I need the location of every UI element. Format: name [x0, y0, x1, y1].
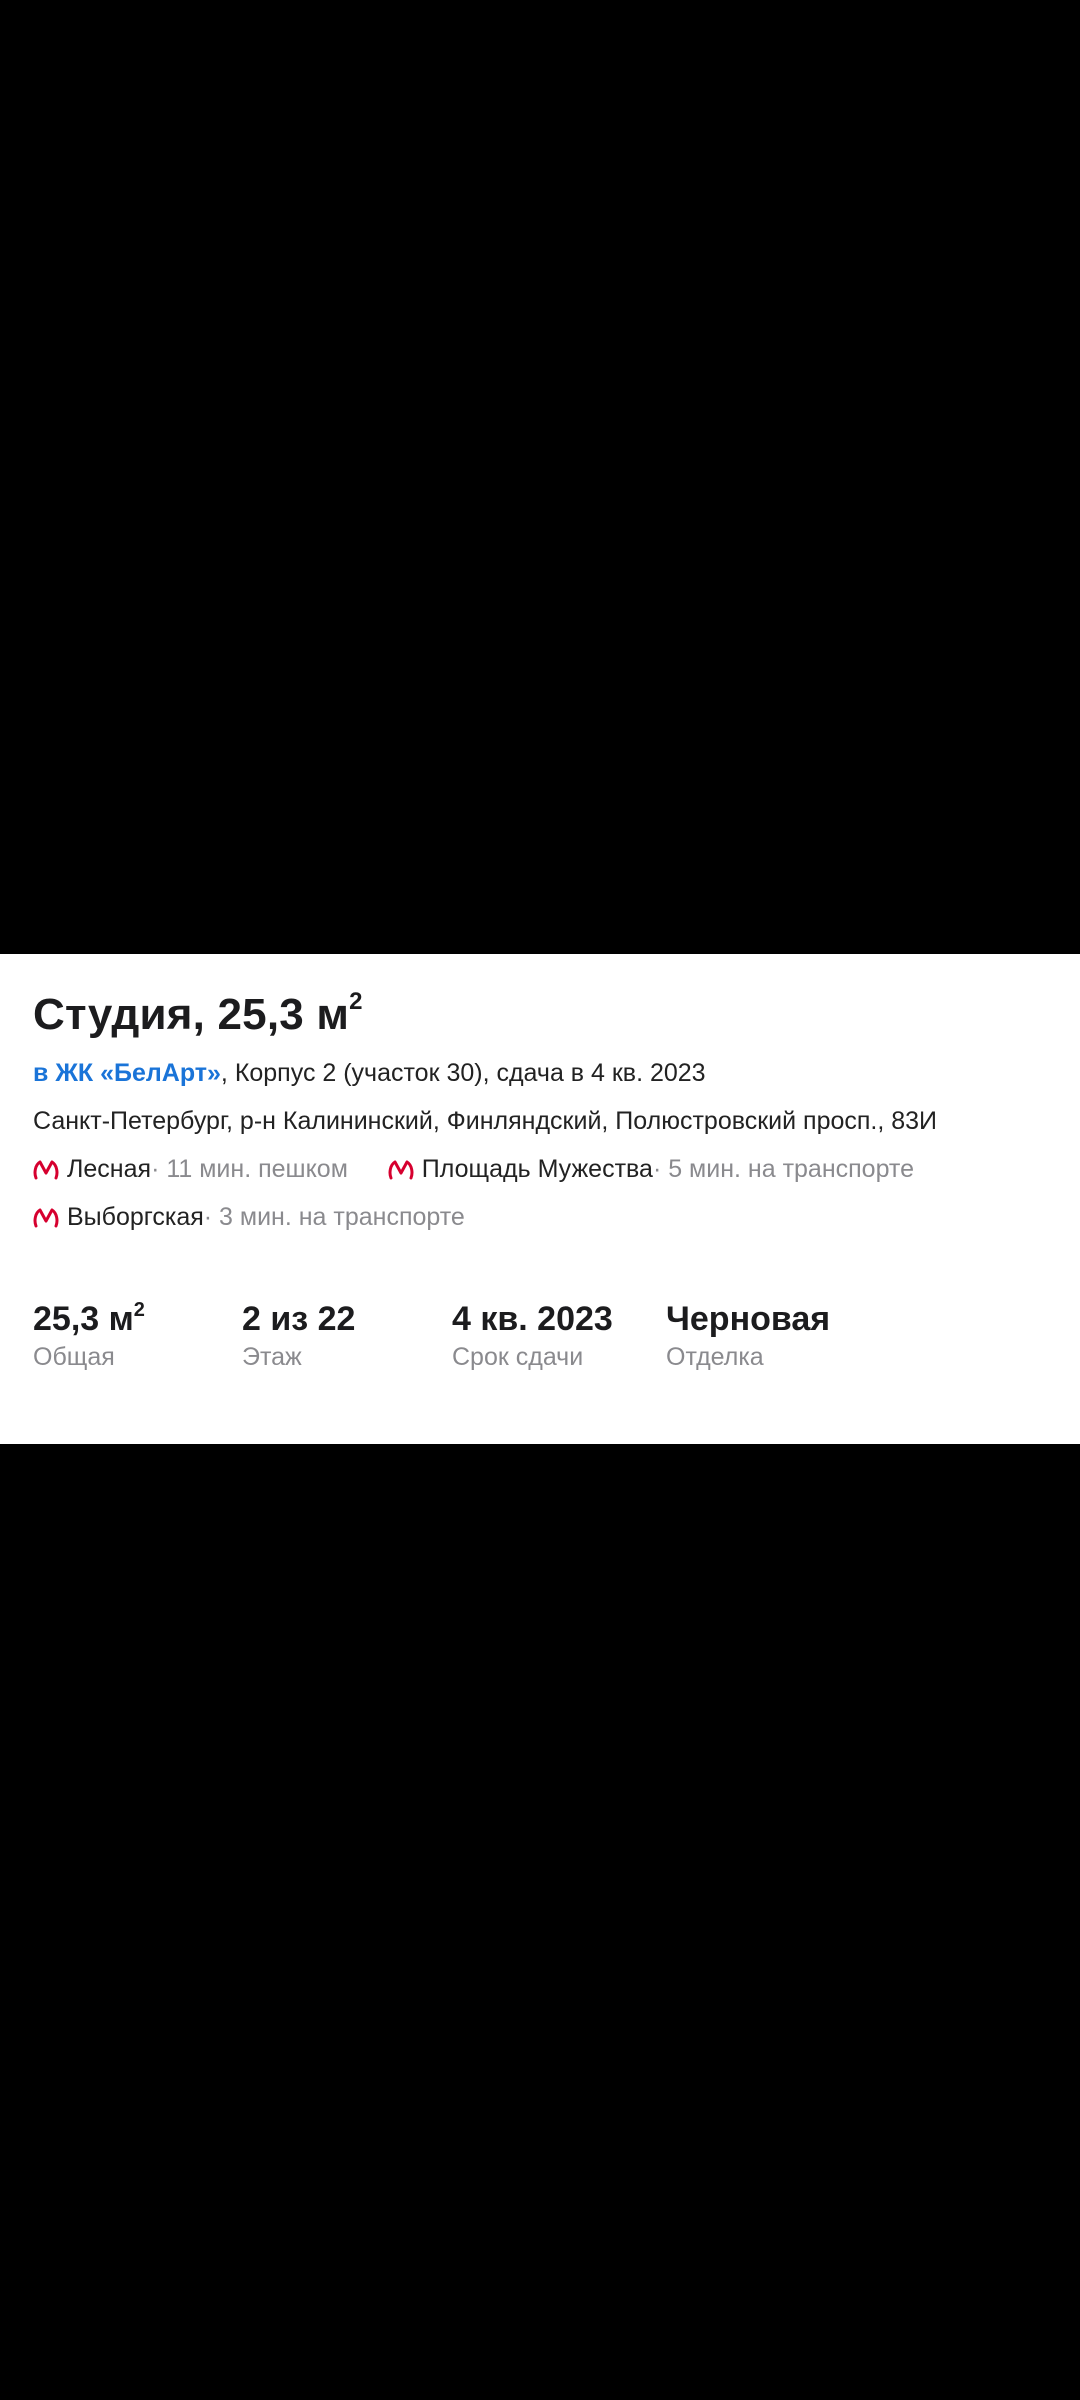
metro-time: · 3 мин. на транспорте [203, 1203, 465, 1231]
stat-label: Этаж [242, 1343, 302, 1371]
metro-station[interactable]: Площадь Мужества · 5 мин. на транспорте [388, 1155, 914, 1184]
stat-label: Общая [33, 1343, 115, 1371]
stat-delivery: 4 кв. 2023 Срок сдачи [452, 1300, 613, 1372]
complex-line: в ЖК «БелАрт», Корпус 2 (участок 30), сд… [33, 1059, 706, 1088]
listing-title: Студия, 25,3 м2 [33, 988, 363, 1039]
metro-icon [33, 1160, 59, 1179]
stat-value: 25,3 м2 [33, 1298, 145, 1338]
stat-value: 2 из 22 [242, 1300, 356, 1338]
metro-icon [33, 1208, 59, 1227]
metro-time: · 5 мин. на транспорте [652, 1155, 914, 1183]
metro-icon [388, 1160, 414, 1179]
complex-link[interactable]: в ЖК «БелАрт» [33, 1059, 221, 1087]
dimmed-overlay-top [0, 0, 1080, 954]
metro-row-1: Лесная · 11 мин. пешком Площадь Мужества… [33, 1155, 914, 1188]
metro-station[interactable]: Лесная · 11 мин. пешком [33, 1155, 348, 1184]
metro-time: · 11 мин. пешком [151, 1155, 348, 1183]
stat-value: Черновая [666, 1300, 831, 1338]
stat-finish: Черновая Отделка [666, 1300, 830, 1372]
dimmed-overlay-bottom [0, 1444, 1080, 2400]
listing-card: Студия, 25,3 м2 в ЖК «БелАрт», Корпус 2 … [0, 954, 1080, 1444]
stat-label: Отделка [666, 1343, 764, 1371]
stat-floor: 2 из 22 Этаж [242, 1300, 355, 1372]
metro-name: Площадь Мужества [421, 1155, 653, 1183]
key-stats: 25,3 м2 Общая 2 из 22 Этаж 4 кв. 2023 Ср… [0, 1298, 1080, 1390]
metro-name: Лесная [67, 1155, 152, 1183]
metro-row-2: Выборгская · 3 мин. на транспорте [33, 1203, 465, 1236]
stat-label: Срок сдачи [452, 1343, 584, 1371]
stat-value: 4 кв. 2023 [452, 1300, 613, 1338]
stat-area: 25,3 м2 Общая [33, 1298, 145, 1372]
metro-name: Выборгская [67, 1203, 204, 1231]
title-superscript: 2 [349, 988, 363, 1016]
metro-station[interactable]: Выборгская · 3 мин. на транспорте [33, 1203, 465, 1232]
address: Санкт-Петербург, р-н Калининский, Финлян… [33, 1107, 938, 1135]
complex-details: , Корпус 2 (участок 30), сдача в 4 кв. 2… [220, 1059, 706, 1087]
